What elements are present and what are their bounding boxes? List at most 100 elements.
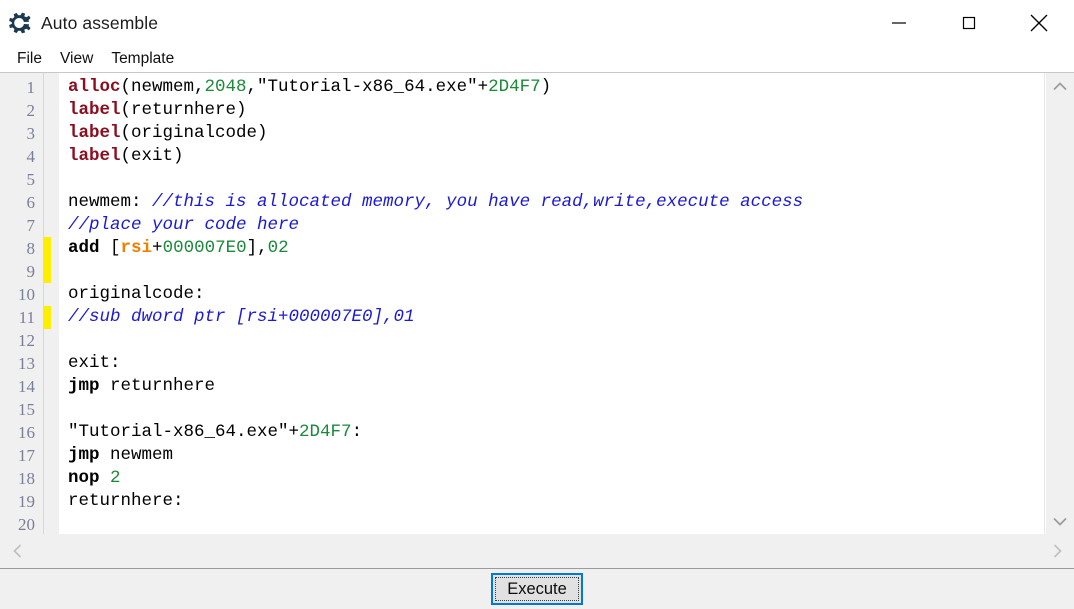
line-number: 9 xyxy=(26,262,36,281)
line-marker-empty xyxy=(44,444,51,467)
code-line[interactable] xyxy=(68,260,1044,283)
code-token: + xyxy=(152,238,163,258)
chevron-left-icon xyxy=(12,544,21,558)
code-line[interactable]: newmem: //this is allocated memory, you … xyxy=(68,191,1044,214)
close-button[interactable] xyxy=(1004,0,1074,46)
code-line[interactable]: returnhere: xyxy=(68,490,1044,513)
line-marker-empty xyxy=(44,375,51,398)
code-token: ) xyxy=(540,77,552,97)
code-line[interactable]: nop 2 xyxy=(68,467,1044,490)
line-marker-empty xyxy=(44,283,51,306)
horizontal-scrollbar[interactable] xyxy=(0,534,1074,569)
scroll-right-button[interactable] xyxy=(1040,534,1074,568)
code-token: //place your code here xyxy=(68,215,300,235)
line-number: 7 xyxy=(26,216,36,235)
code-token: newmem: xyxy=(68,192,153,212)
code-line[interactable]: jmp returnhere xyxy=(68,375,1044,398)
chevron-right-icon xyxy=(1053,544,1062,558)
line-marker-empty xyxy=(44,122,51,145)
code-line[interactable]: originalcode: xyxy=(68,283,1044,306)
code-line[interactable]: jmp newmem xyxy=(68,444,1044,467)
vertical-scrollbar[interactable] xyxy=(1045,73,1074,534)
line-number: 18 xyxy=(18,469,35,488)
close-icon xyxy=(1030,14,1048,32)
menu-item-file[interactable]: File xyxy=(8,49,51,70)
code-token: 02 xyxy=(267,238,289,258)
chevron-up-icon xyxy=(1053,81,1067,90)
code-line[interactable]: exit: xyxy=(68,352,1044,375)
title-bar: Auto assemble xyxy=(0,0,1074,46)
code-token: exit: xyxy=(68,353,121,373)
maximize-button[interactable] xyxy=(934,0,1004,46)
code-line[interactable]: label(returnhere) xyxy=(68,99,1044,122)
line-number: 13 xyxy=(18,354,35,373)
code-token: rsi xyxy=(120,238,153,258)
code-line[interactable] xyxy=(68,513,1044,534)
line-number: 14 xyxy=(18,377,35,396)
code-line[interactable]: label(originalcode) xyxy=(68,122,1044,145)
line-number: 2 xyxy=(26,101,36,120)
code-token: ], xyxy=(246,238,268,258)
horizontal-scroll-track[interactable] xyxy=(34,534,1040,568)
line-marker-empty xyxy=(44,99,51,122)
code-token: 2048 xyxy=(204,77,247,97)
code-token: 2D4F7 xyxy=(299,422,352,442)
code-line[interactable]: //sub dword ptr [rsi+000007E0],01 xyxy=(68,306,1044,329)
code-token: label xyxy=(68,100,121,120)
code-token: (originalcode) xyxy=(120,123,268,143)
code-line[interactable]: "Tutorial-x86_64.exe"+2D4F7: xyxy=(68,421,1044,444)
code-token: (exit) xyxy=(120,146,184,166)
line-number: 3 xyxy=(26,124,36,143)
execute-button[interactable]: Execute xyxy=(491,573,583,605)
line-modified-marker xyxy=(44,260,51,283)
line-marker-empty xyxy=(44,214,51,237)
code-token: [ xyxy=(99,238,121,258)
code-line[interactable] xyxy=(68,329,1044,352)
line-marker-empty xyxy=(44,145,51,168)
bottom-panel: Execute xyxy=(0,569,1074,609)
line-number: 20 xyxy=(18,515,35,534)
line-number: 4 xyxy=(26,147,36,166)
code-token: newmem xyxy=(99,445,174,465)
line-marker-empty xyxy=(44,191,51,214)
line-number-list: 1 2 3 4 5 6 7 8 9 10 11 12 13 14 15 16 17 18 19 20 xyxy=(0,76,44,534)
code-token: (returnhere) xyxy=(120,100,247,120)
window-title: Auto assemble xyxy=(41,12,159,33)
line-marker-empty xyxy=(44,490,51,513)
menu-item-view[interactable]: View xyxy=(51,49,102,70)
line-number: 6 xyxy=(26,193,36,212)
maximize-icon xyxy=(962,16,976,30)
code-token: jmp xyxy=(68,376,100,396)
code-line[interactable]: alloc(newmem,2048,"Tutorial-x86_64.exe"+… xyxy=(68,76,1044,99)
code-token: returnhere xyxy=(99,376,216,396)
code-token: (newmem, xyxy=(120,77,205,97)
code-line[interactable]: //place your code here xyxy=(68,214,1044,237)
code-token: label xyxy=(68,123,121,143)
scroll-down-button[interactable] xyxy=(1046,508,1074,534)
code-token: 2 xyxy=(110,468,121,488)
code-token: //sub dword ptr [rsi+000007E0],01 xyxy=(68,307,415,327)
menu-item-template[interactable]: Template xyxy=(102,49,183,70)
chevron-down-icon xyxy=(1053,517,1067,526)
line-marker-empty xyxy=(44,352,51,375)
code-token: jmp xyxy=(68,445,100,465)
code-token: nop xyxy=(68,468,100,488)
code-line[interactable]: add [rsi+000007E0],02 xyxy=(68,237,1044,260)
execute-button-label: Execute xyxy=(507,579,567,598)
line-marker-empty xyxy=(44,168,51,191)
minimize-button[interactable] xyxy=(864,0,934,46)
code-line[interactable]: label(exit) xyxy=(68,145,1044,168)
line-number: 19 xyxy=(18,492,35,511)
scroll-up-button[interactable] xyxy=(1046,73,1074,99)
scroll-left-button[interactable] xyxy=(0,534,34,568)
code-editor[interactable]: 1 2 3 4 5 6 7 8 9 10 11 12 13 14 15 16 17 18 19 20 alloc(ne… xyxy=(0,73,1045,534)
line-modified-marker xyxy=(44,306,51,329)
code-token: label xyxy=(68,146,121,166)
code-line[interactable] xyxy=(68,398,1044,421)
vertical-scroll-track[interactable] xyxy=(1046,99,1074,508)
code-token: add xyxy=(68,238,100,258)
line-marker-empty xyxy=(44,398,51,421)
code-line[interactable] xyxy=(68,168,1044,191)
code-text-area[interactable]: alloc(newmem,2048,"Tutorial-x86_64.exe"+… xyxy=(59,73,1044,534)
